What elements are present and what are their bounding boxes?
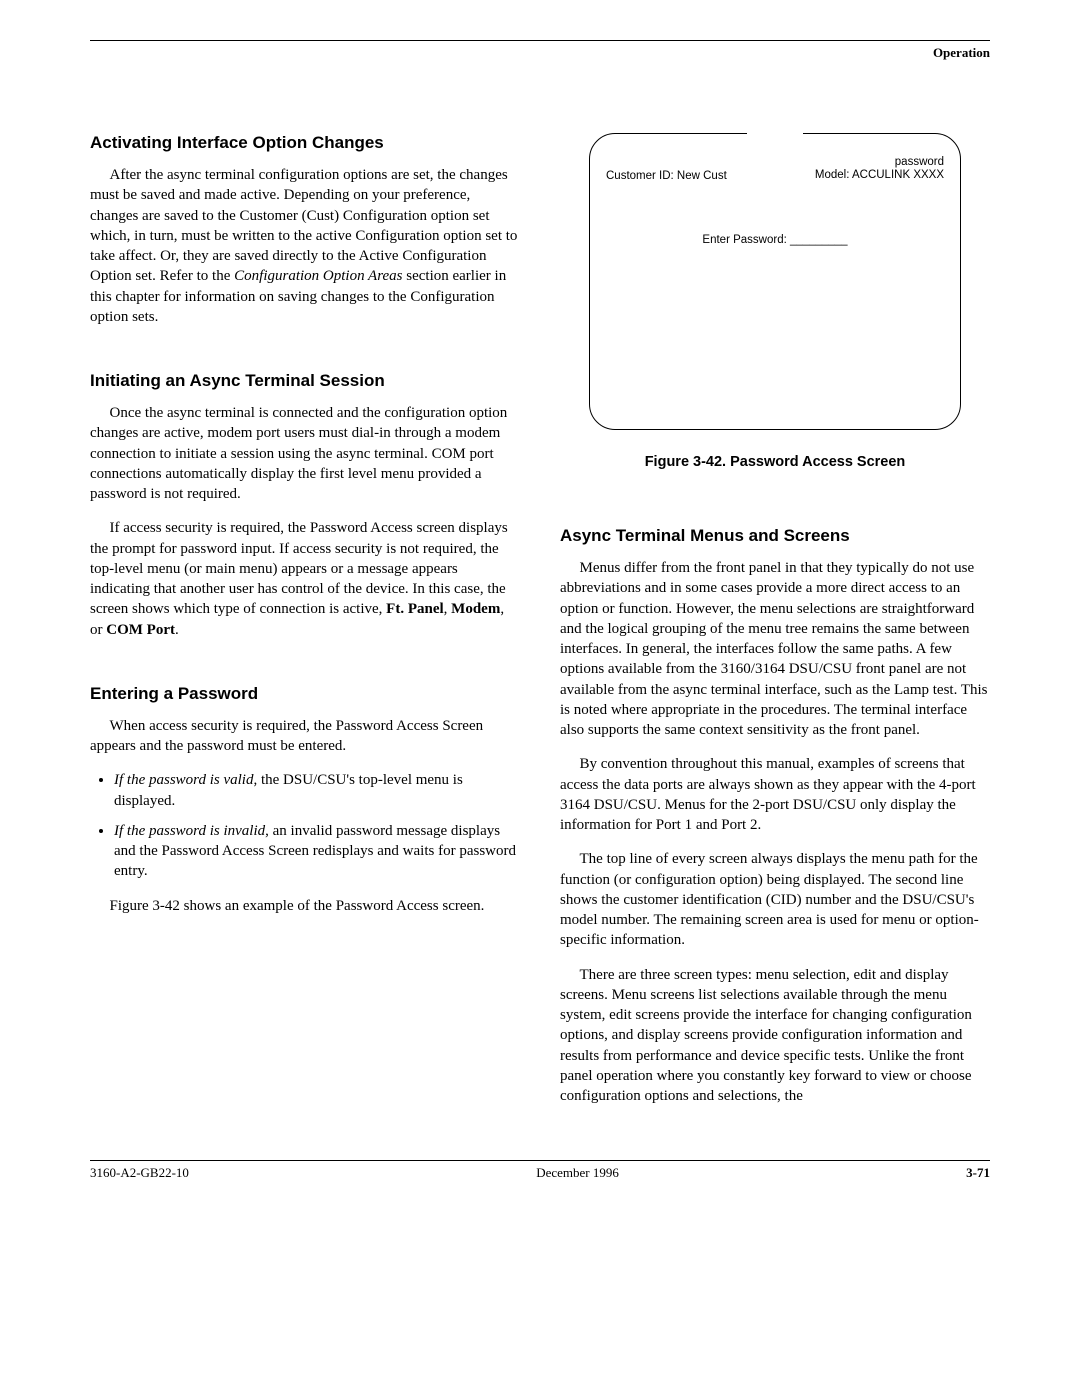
figure-enter-password: Enter Password: _________ xyxy=(590,234,960,246)
paragraph: The top line of every screen always disp… xyxy=(560,849,990,950)
page-footer: 3160-A2-GB22-10 December 1996 3-71 xyxy=(90,1161,990,1181)
figure-caption: Figure 3-42. Password Access Screen xyxy=(560,454,990,470)
paragraph: Menus differ from the front panel in tha… xyxy=(560,558,990,740)
left-column: Activating Interface Option Changes Afte… xyxy=(90,133,520,1120)
paragraph: After the async terminal configuration o… xyxy=(90,165,520,327)
emphasis: If the password is valid xyxy=(114,772,253,788)
paragraph: Once the async terminal is connected and… xyxy=(90,403,520,504)
running-head: Operation xyxy=(90,45,990,61)
paragraph: If access security is required, the Pass… xyxy=(90,518,520,640)
figure-model: Model: ACCULINK XXXX xyxy=(815,169,944,182)
text: After the async terminal configuration o… xyxy=(90,167,517,284)
section-heading-entering: Entering a Password xyxy=(90,684,520,704)
right-column: Customer ID: New Cust password Model: AC… xyxy=(560,133,990,1120)
paragraph: By convention throughout this manual, ex… xyxy=(560,754,990,835)
footer-center: December 1996 xyxy=(536,1165,619,1181)
bold-text: COM Port xyxy=(106,622,175,638)
text: . xyxy=(175,622,179,638)
bold-text: Modem xyxy=(451,601,500,617)
footer-left: 3160-A2-GB22-10 xyxy=(90,1165,189,1181)
bold-text: Ft. Panel xyxy=(386,601,444,617)
figure-title-small: password xyxy=(815,156,944,169)
section-heading-async-menus: Async Terminal Menus and Screens xyxy=(560,526,990,546)
section-heading-initiating: Initiating an Async Terminal Session xyxy=(90,371,520,391)
list-item: If the password is valid, the DSU/CSU's … xyxy=(114,770,520,811)
footer-right: 3-71 xyxy=(966,1165,990,1181)
paragraph: Figure 3-42 shows an example of the Pass… xyxy=(90,896,520,916)
emphasis: Configuration Option Areas xyxy=(234,268,402,284)
section-heading-activating: Activating Interface Option Changes xyxy=(90,133,520,153)
paragraph: When access security is required, the Pa… xyxy=(90,716,520,757)
password-screen-figure: Customer ID: New Cust password Model: AC… xyxy=(589,133,961,430)
list-item: If the password is invalid, an invalid p… xyxy=(114,821,520,882)
figure-customer-id: Customer ID: New Cust xyxy=(606,170,727,182)
paragraph: There are three screen types: menu selec… xyxy=(560,965,990,1107)
emphasis: If the password is invalid xyxy=(114,823,265,839)
